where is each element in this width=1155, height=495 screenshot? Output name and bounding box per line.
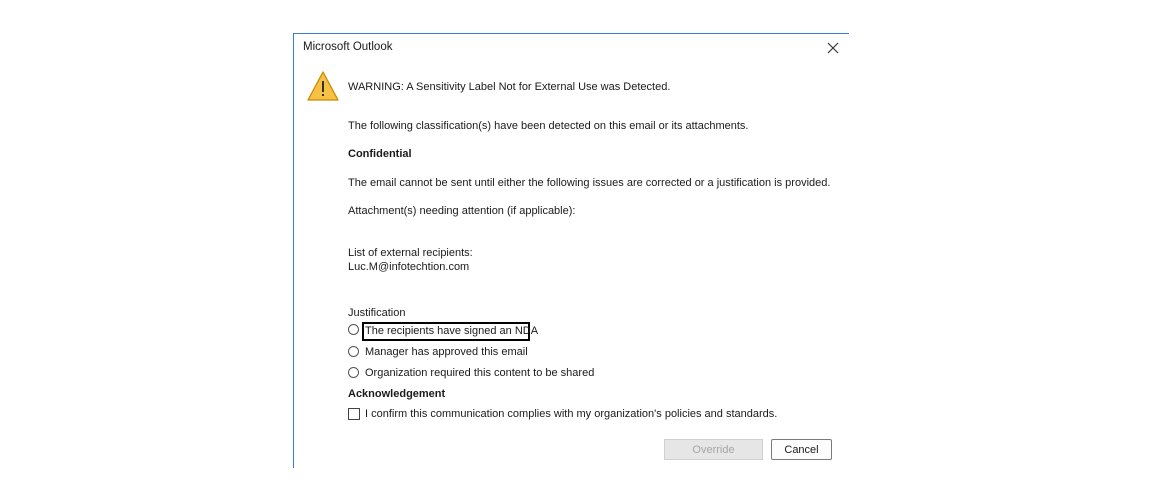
close-icon — [827, 42, 839, 54]
acknowledgement-label: Acknowledgement — [348, 388, 446, 400]
classification-intro: The following classification(s) have bee… — [348, 120, 749, 132]
recipients-label: List of external recipients: — [348, 247, 473, 259]
dialog-title: Microsoft Outlook — [303, 41, 393, 53]
override-button[interactable]: Override — [664, 439, 763, 460]
justification-radio-nda[interactable] — [348, 324, 359, 335]
justification-radio-organization[interactable] — [348, 367, 359, 378]
warning-text: WARNING: A Sensitivity Label Not for Ext… — [348, 81, 671, 93]
warning-icon — [307, 71, 339, 101]
cancel-button[interactable]: Cancel — [771, 439, 832, 460]
outlook-dialog: Microsoft Outlook WARNING: A Sensitivity… — [293, 33, 849, 468]
classification-label: Confidential — [348, 148, 412, 160]
justification-option-manager[interactable]: Manager has approved this email — [365, 345, 528, 359]
attachments-label: Attachment(s) needing attention (if appl… — [348, 205, 576, 217]
acknowledgement-text[interactable]: I confirm this communication complies wi… — [365, 407, 777, 421]
close-button[interactable] — [821, 37, 845, 59]
justification-radio-manager[interactable] — [348, 346, 359, 357]
justification-label: Justification — [348, 307, 406, 319]
recipient-email: Luc.M@infotechtion.com — [348, 261, 470, 273]
cannot-send-text: The email cannot be sent until either th… — [348, 177, 831, 189]
justification-option-nda[interactable]: The recipients have signed an NDA — [365, 324, 538, 338]
acknowledgement-checkbox[interactable] — [348, 408, 360, 420]
justification-option-organization[interactable]: Organization required this content to be… — [365, 366, 594, 380]
